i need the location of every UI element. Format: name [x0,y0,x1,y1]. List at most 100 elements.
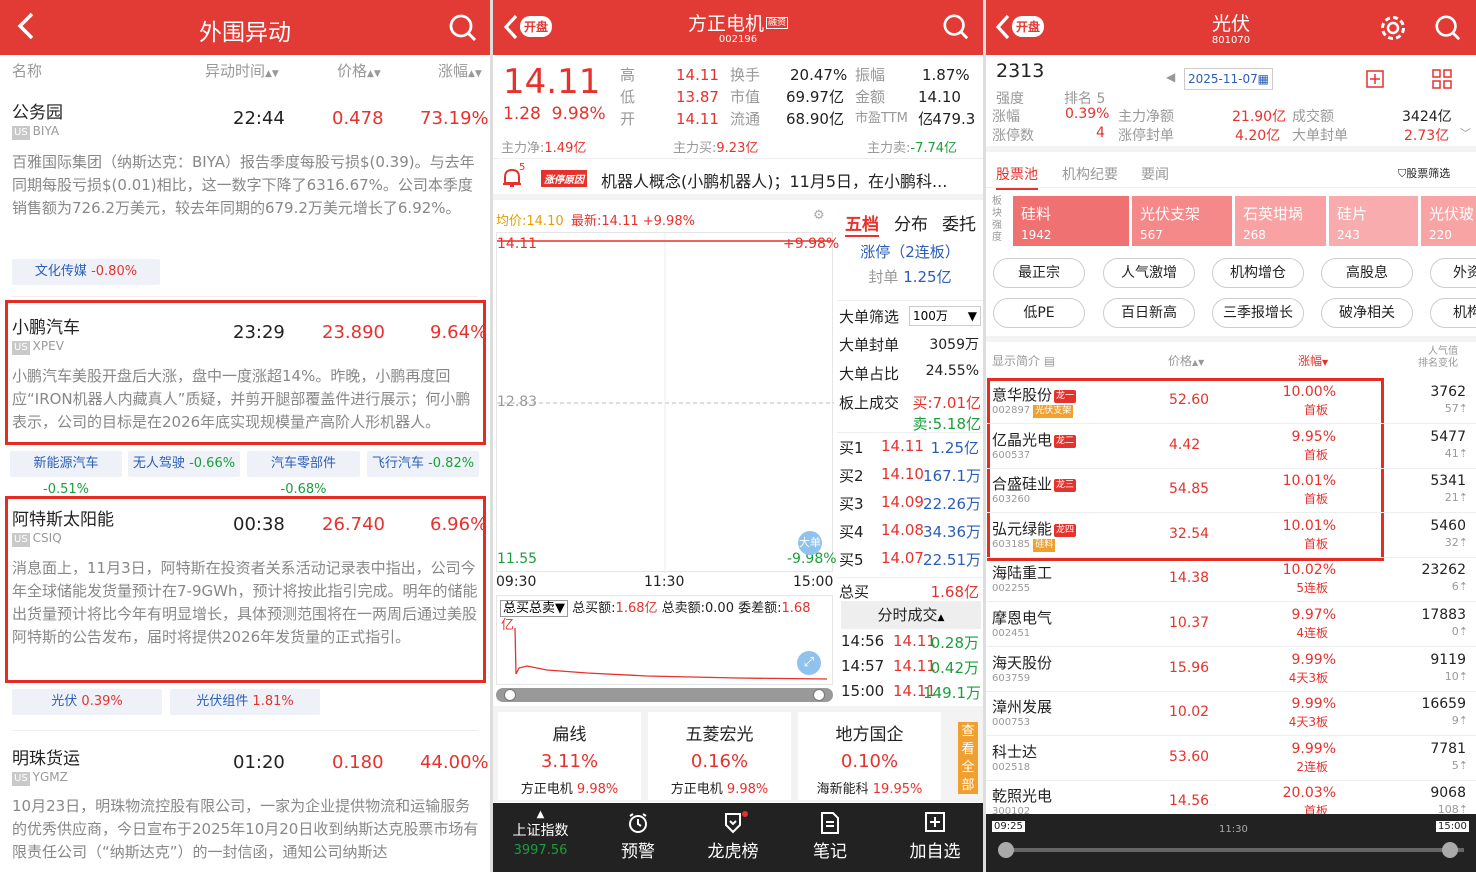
divider [12,730,478,731]
concept-card[interactable]: 五菱宏光 0.16% 方正电机 9.98% [648,712,791,800]
filter-chip[interactable]: 机构增仓 [1212,258,1304,288]
col-price[interactable]: 价格▲▼ [1168,352,1204,369]
block-item[interactable]: 硅片 243 [1329,196,1418,246]
gear-icon[interactable] [1379,14,1407,46]
chart-scrollbar[interactable] [496,688,833,702]
header-bar: 外围异动 [0,0,490,55]
settings-icon[interactable]: ⚙ [813,208,825,223]
arrow-up-icon: ⇡ [1458,714,1468,728]
margin-badge: 融资 [766,17,789,29]
zoom-icon[interactable]: ⤢ [797,651,821,675]
slider-handle-right[interactable] [1442,842,1458,858]
panel-stock-detail: 开盘 方正电机 融资 002196 14.11 1.28 9.98% 高 14.11… [493,0,983,872]
tab-stock-pool[interactable]: 股票池 [996,164,1038,190]
col-popularity[interactable]: 人气值 排名变化 [1418,346,1458,370]
col-change[interactable]: 涨幅▼ [1298,352,1328,369]
nav-dragon-tiger[interactable]: 龙虎榜 [698,811,768,862]
list-item[interactable]: 阿特斯太阳能 US CSIQ 00:38 26.740 6.96% 消息面上，11… [0,497,490,682]
filter-chip[interactable]: 百日新高 [1103,298,1195,328]
concept-tag[interactable]: 无人驾驶 -0.66% [128,451,240,477]
plus-square-icon [895,811,975,837]
rank-change: 41⇡ [1444,446,1468,460]
concept-tag[interactable]: 光伏组件 1.81% [170,689,320,715]
filter-chip[interactable]: 人气激增 [1103,258,1195,288]
stock-name: 漳州发展 [992,698,1053,717]
trades-header[interactable]: 分时成交▲ [841,601,981,629]
scroll-handle-right[interactable] [813,689,825,701]
price-change: 1.28 9.98% [503,104,606,124]
col-price[interactable]: 价格▲▼ [337,60,381,81]
filter-chip[interactable]: 低PE [993,298,1085,328]
concept-tag[interactable]: 新能源汽车 -0.51% [10,451,122,497]
filter-chip[interactable]: 最正宗 [993,258,1085,288]
prev-date-icon[interactable]: ◀ [1166,70,1175,84]
limit-notice[interactable]: 5 涨停原因 机器人概念(小鹏机器人)；11月5日，在小鹏科... [493,158,983,200]
concept-card[interactable]: 扁线 3.11% 方正电机 9.98% [498,712,641,800]
tab-institution-notes[interactable]: 机构纪要 [1062,164,1118,184]
block-item[interactable]: 硅料 1942 [1013,196,1129,246]
search-icon[interactable] [448,13,478,47]
block-item[interactable]: 光伏玻 220 [1421,196,1476,246]
list-item[interactable]: 小鹏汽车 US XPEV 23:29 23.890 9.64% 小鹏汽车美股开盘后… [0,305,490,445]
news-text: 小鹏汽车美股开盘后大涨，盘中一度涨超14%。昨晚，小鹏再度回应“IRON机器人内… [12,367,471,431]
table-row[interactable]: 意华股份 龙一 002897 光伏支架 52.60 10.00% 首板 3762 57⇡ [986,380,1476,424]
board-count: 首板 [1303,536,1328,551]
concept-tag[interactable]: 飞行汽车 -0.82% [367,451,479,477]
filter-chip[interactable]: 机构 [1430,298,1476,328]
table-row[interactable]: 亿晶光电 龙二 600537 4.42 9.95% 首板 5477 41⇡ [986,425,1476,469]
chevron-down-icon[interactable]: ﹀ [1460,125,1471,141]
grid-icon[interactable] [1432,69,1452,93]
block-item[interactable]: 光伏支架 567 [1132,196,1232,246]
table-row[interactable]: 弘元绿能 龙四 603185 硅料 32.54 10.01% 首板 5460 32⇡ [986,514,1476,558]
nav-add-watchlist[interactable]: 加自选 [895,811,975,862]
col-name: 名称 [12,62,43,80]
book-row: 买4 14.08 34.36万 [839,521,981,541]
add-icon[interactable] [1366,70,1384,92]
col-change[interactable]: 涨幅▲▼ [438,60,482,81]
table-row[interactable]: 海天股份 603759 15.96 9.99% 4天3板 9119 10⇡ [986,648,1476,692]
table-row[interactable]: 海陆重工 002255 14.38 10.02% 5连板 23262 6⇡ [986,558,1476,603]
concept-tag[interactable]: 文化传媒 -0.80% [12,259,160,285]
big-order-marker[interactable]: 大单 [798,531,822,555]
search-icon[interactable] [1434,14,1462,46]
filter-chip[interactable]: 三季报增长 [1212,298,1304,328]
scroll-handle-left[interactable] [504,689,516,701]
nav-alert[interactable]: 预警 [603,811,673,862]
filter-chip[interactable]: 破净相关 [1321,298,1413,328]
sector-rank: 排名 5 [1064,91,1106,107]
list-item[interactable]: 明珠货运 US YGMZ 01:20 0.180 44.00% 10月23日，明珠… [0,736,490,872]
table-row[interactable]: 摩恩电气 002451 10.37 9.97% 4连板 17883 0⇡ [986,603,1476,647]
tab-distribution[interactable]: 分布 [894,210,928,235]
intraday-chart[interactable]: 14.11 +9.98% 12.83 11.55 -9.98% 大单 [496,232,839,573]
col-intro-toggle[interactable]: 显示简介 ▤ [992,352,1055,369]
time-start: 09:25 [992,821,1025,832]
concept-tag[interactable]: 光伏 0.39% [12,689,162,715]
filter-chip[interactable]: 外资 [1430,258,1476,288]
concept-card[interactable]: 地方国企 0.10% 海新能科 19.95% [798,712,941,800]
nav-notes[interactable]: 笔记 [795,811,865,862]
change-pct: 20.03% [1282,785,1336,802]
price: 23.890 [322,322,385,343]
date-picker[interactable]: 2025-11-07 ▦ [1184,68,1273,90]
sort-icon: ▲▼ [367,69,381,79]
y-min-label: 11.55 [497,551,538,567]
stock-filter-button[interactable]: ⛉股票筛选 [1398,165,1450,181]
time-slider-track[interactable] [1000,848,1464,852]
block-item[interactable]: 石英坩埚 268 [1235,196,1326,246]
col-time[interactable]: 异动时间▲▼ [205,60,279,81]
tab-five-levels[interactable]: 五档 [845,210,879,237]
tab-news[interactable]: 要闻 [1141,164,1169,184]
tab-orders[interactable]: 委托 [942,210,976,235]
concept-tag[interactable]: 汽车零部件 -0.68% [247,451,360,497]
filter-chip[interactable]: 高股息 [1321,258,1413,288]
table-row[interactable]: 合盛硅业 龙三 603260 54.85 10.01% 首板 5341 21⇡ [986,469,1476,514]
news-text: 百雅国际集团（纳斯达克：BIYA）报告季度每股亏损$(0.39)。与去年同期每股… [12,153,475,217]
indicator-chart[interactable]: 总买总卖▼ 总买额:1.68亿 总卖额:0.00 委差额:1.68 亿 ⤢ [496,595,833,685]
view-all-button[interactable]: 查看全部 [958,722,978,794]
table-row[interactable]: 漳州发展 000753 10.02 9.99% 4天3板 16659 9⇡ [986,692,1476,737]
index-ticker[interactable]: ▲ 上证指数 3997.56 [493,803,588,872]
table-row[interactable]: 科士达 002518 53.60 9.99% 2连板 7781 5⇡ [986,737,1476,781]
search-icon[interactable] [942,13,970,45]
big-order-filter-select[interactable]: 100万 ▼ [909,306,981,326]
slider-handle-left[interactable] [998,842,1014,858]
